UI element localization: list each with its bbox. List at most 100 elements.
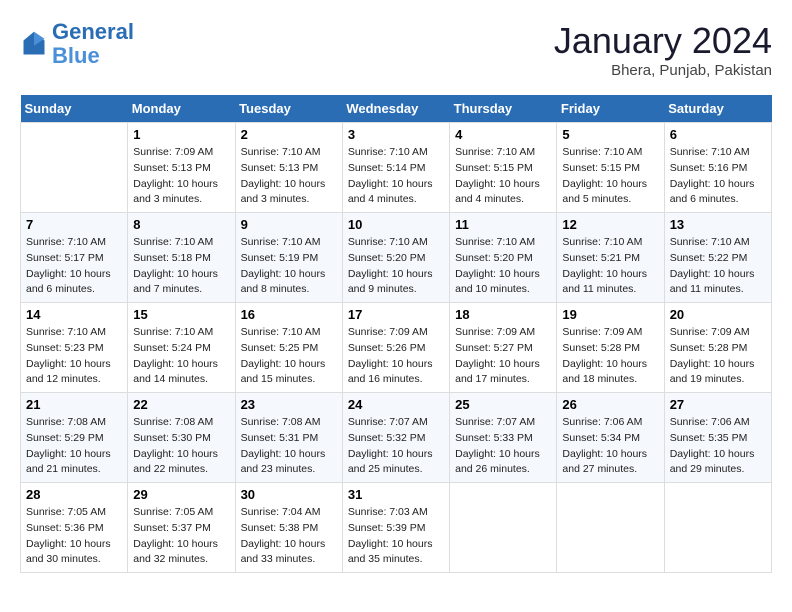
calendar-cell: 15 Sunrise: 7:10 AM Sunset: 5:24 PM Dayli… bbox=[128, 303, 235, 393]
calendar-cell: 17 Sunrise: 7:09 AM Sunset: 5:26 PM Dayli… bbox=[342, 303, 449, 393]
calendar-cell bbox=[664, 483, 771, 573]
day-info: Sunrise: 7:08 AM Sunset: 5:30 PM Dayligh… bbox=[133, 415, 229, 478]
calendar-header: SundayMondayTuesdayWednesdayThursdayFrid… bbox=[21, 95, 772, 123]
day-header-friday: Friday bbox=[557, 95, 664, 123]
day-info: Sunrise: 7:07 AM Sunset: 5:33 PM Dayligh… bbox=[455, 415, 551, 478]
day-header-saturday: Saturday bbox=[664, 95, 771, 123]
day-header-wednesday: Wednesday bbox=[342, 95, 449, 123]
day-number: 25 bbox=[455, 397, 551, 412]
calendar-cell: 26 Sunrise: 7:06 AM Sunset: 5:34 PM Dayli… bbox=[557, 393, 664, 483]
calendar-cell: 18 Sunrise: 7:09 AM Sunset: 5:27 PM Dayli… bbox=[450, 303, 557, 393]
calendar-cell: 20 Sunrise: 7:09 AM Sunset: 5:28 PM Dayli… bbox=[664, 303, 771, 393]
calendar-cell: 1 Sunrise: 7:09 AM Sunset: 5:13 PM Daylig… bbox=[128, 123, 235, 213]
day-info: Sunrise: 7:10 AM Sunset: 5:22 PM Dayligh… bbox=[670, 235, 766, 298]
day-info: Sunrise: 7:05 AM Sunset: 5:36 PM Dayligh… bbox=[26, 505, 122, 568]
calendar-cell: 23 Sunrise: 7:08 AM Sunset: 5:31 PM Dayli… bbox=[235, 393, 342, 483]
day-number: 1 bbox=[133, 127, 229, 142]
logo: General Blue bbox=[20, 20, 134, 68]
calendar-cell: 14 Sunrise: 7:10 AM Sunset: 5:23 PM Dayli… bbox=[21, 303, 128, 393]
calendar-cell: 22Sunrise: 7:08 AM Sunset: 5:30 PM Dayli… bbox=[128, 393, 235, 483]
day-number: 8 bbox=[133, 217, 229, 232]
day-info: Sunrise: 7:10 AM Sunset: 5:18 PM Dayligh… bbox=[133, 235, 229, 298]
day-number: 20 bbox=[670, 307, 766, 322]
day-info: Sunrise: 7:04 AM Sunset: 5:38 PM Dayligh… bbox=[241, 505, 337, 568]
day-info: Sunrise: 7:10 AM Sunset: 5:19 PM Dayligh… bbox=[241, 235, 337, 298]
day-info: Sunrise: 7:09 AM Sunset: 5:28 PM Dayligh… bbox=[562, 325, 658, 388]
page-header: General Blue January 2024 Bhera, Punjab,… bbox=[20, 20, 772, 79]
calendar-cell: 13Sunrise: 7:10 AM Sunset: 5:22 PM Dayli… bbox=[664, 213, 771, 303]
day-number: 19 bbox=[562, 307, 658, 322]
calendar-cell: 16 Sunrise: 7:10 AM Sunset: 5:25 PM Dayli… bbox=[235, 303, 342, 393]
logo-icon bbox=[20, 30, 48, 58]
calendar-cell: 2 Sunrise: 7:10 AM Sunset: 5:13 PM Daylig… bbox=[235, 123, 342, 213]
day-info: Sunrise: 7:10 AM Sunset: 5:14 PM Dayligh… bbox=[348, 145, 444, 208]
calendar-cell: 3 Sunrise: 7:10 AM Sunset: 5:14 PM Daylig… bbox=[342, 123, 449, 213]
day-number: 27 bbox=[670, 397, 766, 412]
day-info: Sunrise: 7:09 AM Sunset: 5:27 PM Dayligh… bbox=[455, 325, 551, 388]
main-title: January 2024 bbox=[554, 20, 772, 62]
day-number: 30 bbox=[241, 487, 337, 502]
day-header-tuesday: Tuesday bbox=[235, 95, 342, 123]
day-info: Sunrise: 7:10 AM Sunset: 5:20 PM Dayligh… bbox=[455, 235, 551, 298]
day-number: 16 bbox=[241, 307, 337, 322]
day-info: Sunrise: 7:10 AM Sunset: 5:24 PM Dayligh… bbox=[133, 325, 229, 388]
day-number: 21 bbox=[26, 397, 122, 412]
subtitle: Bhera, Punjab, Pakistan bbox=[554, 62, 772, 79]
day-number: 10 bbox=[348, 217, 444, 232]
day-number: 26 bbox=[562, 397, 658, 412]
calendar-cell: 25 Sunrise: 7:07 AM Sunset: 5:33 PM Dayli… bbox=[450, 393, 557, 483]
calendar-cell: 29Sunrise: 7:05 AM Sunset: 5:37 PM Dayli… bbox=[128, 483, 235, 573]
day-number: 23 bbox=[241, 397, 337, 412]
day-number: 7 bbox=[26, 217, 122, 232]
calendar-week-5: 28Sunrise: 7:05 AM Sunset: 5:36 PM Dayli… bbox=[21, 483, 772, 573]
calendar-week-4: 21Sunrise: 7:08 AM Sunset: 5:29 PM Dayli… bbox=[21, 393, 772, 483]
day-number: 12 bbox=[562, 217, 658, 232]
calendar-cell: 7Sunrise: 7:10 AM Sunset: 5:17 PM Daylig… bbox=[21, 213, 128, 303]
day-number: 9 bbox=[241, 217, 337, 232]
day-info: Sunrise: 7:06 AM Sunset: 5:34 PM Dayligh… bbox=[562, 415, 658, 478]
day-info: Sunrise: 7:09 AM Sunset: 5:13 PM Dayligh… bbox=[133, 145, 229, 208]
day-number: 18 bbox=[455, 307, 551, 322]
day-number: 3 bbox=[348, 127, 444, 142]
calendar-cell bbox=[21, 123, 128, 213]
calendar-cell: 24Sunrise: 7:07 AM Sunset: 5:32 PM Dayli… bbox=[342, 393, 449, 483]
calendar-cell: 27 Sunrise: 7:06 AM Sunset: 5:35 PM Dayli… bbox=[664, 393, 771, 483]
day-info: Sunrise: 7:09 AM Sunset: 5:28 PM Dayligh… bbox=[670, 325, 766, 388]
day-info: Sunrise: 7:07 AM Sunset: 5:32 PM Dayligh… bbox=[348, 415, 444, 478]
day-number: 6 bbox=[670, 127, 766, 142]
calendar-cell: 12 Sunrise: 7:10 AM Sunset: 5:21 PM Dayli… bbox=[557, 213, 664, 303]
day-info: Sunrise: 7:09 AM Sunset: 5:26 PM Dayligh… bbox=[348, 325, 444, 388]
day-info: Sunrise: 7:10 AM Sunset: 5:25 PM Dayligh… bbox=[241, 325, 337, 388]
day-number: 15 bbox=[133, 307, 229, 322]
day-info: Sunrise: 7:10 AM Sunset: 5:21 PM Dayligh… bbox=[562, 235, 658, 298]
day-info: Sunrise: 7:10 AM Sunset: 5:15 PM Dayligh… bbox=[455, 145, 551, 208]
calendar-week-3: 14 Sunrise: 7:10 AM Sunset: 5:23 PM Dayli… bbox=[21, 303, 772, 393]
calendar-week-2: 7Sunrise: 7:10 AM Sunset: 5:17 PM Daylig… bbox=[21, 213, 772, 303]
day-header-monday: Monday bbox=[128, 95, 235, 123]
day-header-sunday: Sunday bbox=[21, 95, 128, 123]
day-number: 2 bbox=[241, 127, 337, 142]
day-info: Sunrise: 7:05 AM Sunset: 5:37 PM Dayligh… bbox=[133, 505, 229, 568]
day-info: Sunrise: 7:03 AM Sunset: 5:39 PM Dayligh… bbox=[348, 505, 444, 568]
day-info: Sunrise: 7:10 AM Sunset: 5:16 PM Dayligh… bbox=[670, 145, 766, 208]
day-number: 17 bbox=[348, 307, 444, 322]
day-info: Sunrise: 7:06 AM Sunset: 5:35 PM Dayligh… bbox=[670, 415, 766, 478]
calendar-cell: 6 Sunrise: 7:10 AM Sunset: 5:16 PM Daylig… bbox=[664, 123, 771, 213]
day-number: 11 bbox=[455, 217, 551, 232]
logo-text: General Blue bbox=[52, 20, 134, 68]
calendar-cell: 10 Sunrise: 7:10 AM Sunset: 5:20 PM Dayli… bbox=[342, 213, 449, 303]
calendar-week-1: 1 Sunrise: 7:09 AM Sunset: 5:13 PM Daylig… bbox=[21, 123, 772, 213]
day-number: 14 bbox=[26, 307, 122, 322]
day-number: 31 bbox=[348, 487, 444, 502]
day-info: Sunrise: 7:10 AM Sunset: 5:13 PM Dayligh… bbox=[241, 145, 337, 208]
day-info: Sunrise: 7:10 AM Sunset: 5:20 PM Dayligh… bbox=[348, 235, 444, 298]
calendar-cell bbox=[450, 483, 557, 573]
day-info: Sunrise: 7:10 AM Sunset: 5:23 PM Dayligh… bbox=[26, 325, 122, 388]
calendar-cell: 19 Sunrise: 7:09 AM Sunset: 5:28 PM Dayli… bbox=[557, 303, 664, 393]
calendar-cell: 28Sunrise: 7:05 AM Sunset: 5:36 PM Dayli… bbox=[21, 483, 128, 573]
calendar-cell: 11 Sunrise: 7:10 AM Sunset: 5:20 PM Dayli… bbox=[450, 213, 557, 303]
calendar-cell: 8 Sunrise: 7:10 AM Sunset: 5:18 PM Daylig… bbox=[128, 213, 235, 303]
calendar-table: SundayMondayTuesdayWednesdayThursdayFrid… bbox=[20, 95, 772, 573]
day-number: 5 bbox=[562, 127, 658, 142]
day-info: Sunrise: 7:08 AM Sunset: 5:31 PM Dayligh… bbox=[241, 415, 337, 478]
